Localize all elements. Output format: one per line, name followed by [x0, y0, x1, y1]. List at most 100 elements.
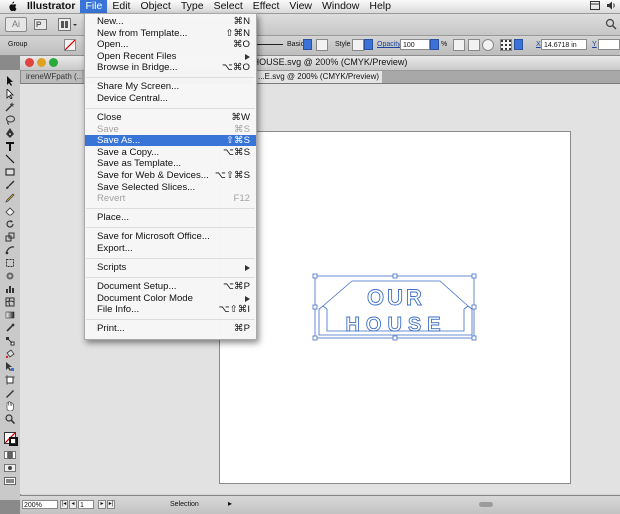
slice-tool-icon[interactable] — [3, 388, 17, 398]
menu-item-document-setup[interactable]: Document Setup... ⌥⌘P — [85, 281, 256, 292]
y-label[interactable]: Y — [592, 41, 597, 48]
menu-item-save-as[interactable]: Save As... ⇧⌘S — [85, 135, 256, 147]
pencil-tool-icon[interactable] — [3, 193, 17, 203]
menu-item-save-selected-slices[interactable]: Save Selected Slices... — [85, 182, 256, 193]
isolate-group-icon[interactable] — [468, 39, 480, 51]
pen-tool-icon[interactable] — [3, 128, 17, 138]
selection-tool-icon[interactable] — [3, 76, 17, 86]
menu-item-save-a-copy[interactable]: Save a Copy... ⌥⌘S — [85, 147, 256, 158]
workspace-icon[interactable] — [590, 0, 600, 13]
status-mode[interactable]: Selection — [170, 501, 199, 508]
style-label: Style — [335, 41, 351, 48]
menu-item-browse-in-bridge[interactable]: Browse in Bridge... ⌥⌘O — [85, 62, 256, 73]
menu-type[interactable]: Type — [176, 0, 209, 13]
menu-item-open[interactable]: Open... ⌘O — [85, 39, 256, 50]
live-paint-selection-tool-icon[interactable] — [3, 362, 17, 372]
graphic-style-swatch[interactable] — [352, 39, 364, 51]
artboard-number-field[interactable]: 1 — [78, 500, 94, 509]
next-artboard-button[interactable]: ▸ — [98, 500, 106, 509]
type-tool-icon[interactable] — [3, 141, 17, 151]
menu-item-print[interactable]: Print... ⌘P — [85, 323, 256, 334]
x-field[interactable]: 14.6718 in — [541, 39, 587, 50]
drawing-mode-icon[interactable] — [3, 463, 17, 473]
opacity-label[interactable]: Opacity — [377, 41, 401, 48]
globe-icon[interactable] — [482, 39, 494, 51]
graphic-style-dropdown[interactable] — [364, 39, 373, 50]
artwork-word-house: HOUSE — [345, 314, 446, 336]
menu-item-open-recent[interactable]: Open Recent Files — [85, 51, 256, 62]
blend-tool-icon[interactable] — [3, 336, 17, 346]
zoom-field[interactable]: 200% — [22, 500, 58, 509]
menu-item-place[interactable]: Place... — [85, 212, 256, 223]
menu-item-device-central[interactable]: Device Central... — [85, 93, 256, 104]
menu-item-document-color-mode[interactable]: Document Color Mode — [85, 293, 256, 304]
tab-document-2[interactable]: ...E.svg @ 200% (CMYK/Preview) — [252, 71, 382, 83]
menu-help[interactable]: Help — [364, 0, 396, 13]
rectangle-tool-icon[interactable] — [3, 167, 17, 177]
eraser-tool-icon[interactable] — [3, 206, 17, 216]
opacity-field[interactable]: 100 — [400, 39, 430, 50]
menu-item-new[interactable]: New... ⌘N — [85, 16, 256, 27]
artboard-tool-icon[interactable] — [3, 375, 17, 385]
symbol-sprayer-tool-icon[interactable] — [3, 271, 17, 281]
menu-item-scripts[interactable]: Scripts — [85, 262, 256, 273]
hand-tool-icon[interactable] — [3, 401, 17, 411]
stroke-profile-line[interactable] — [255, 44, 283, 45]
brush-icon[interactable] — [316, 39, 328, 51]
column-graph-tool-icon[interactable] — [3, 284, 17, 294]
menu-item-new-from-template[interactable]: New from Template... ⇧⌘N — [85, 28, 256, 39]
menu-item-share-my-screen[interactable]: Share My Screen... — [85, 81, 256, 92]
search-icon[interactable] — [605, 18, 617, 30]
live-paint-bucket-tool-icon[interactable] — [3, 349, 17, 359]
apple-icon[interactable] — [6, 0, 18, 13]
eyedropper-tool-icon[interactable] — [3, 323, 17, 333]
last-artboard-button[interactable]: ▸| — [107, 500, 115, 509]
menu-item-save-for-web[interactable]: Save for Web & Devices... ⌥⇧⌘S — [85, 170, 256, 181]
x-label[interactable]: X — [536, 41, 541, 48]
mesh-tool-icon[interactable] — [3, 297, 17, 307]
menu-window[interactable]: Window — [317, 0, 364, 13]
menu-object[interactable]: Object — [135, 0, 175, 13]
reference-point-icon[interactable] — [500, 39, 512, 51]
menu-edit[interactable]: Edit — [107, 0, 135, 13]
menu-select[interactable]: Select — [209, 0, 248, 13]
lasso-tool-icon[interactable] — [3, 115, 17, 125]
menu-item-file-info[interactable]: File Info... ⌥⇧⌘I — [85, 304, 256, 315]
direct-selection-tool-icon[interactable] — [3, 89, 17, 99]
fill-swatch[interactable] — [64, 39, 76, 51]
rotate-tool-icon[interactable] — [3, 219, 17, 229]
menu-item-save-as-template[interactable]: Save as Template... — [85, 158, 256, 169]
artwork-group[interactable]: OUR HOUSE — [300, 265, 490, 345]
first-artboard-button[interactable]: |◂ — [60, 500, 68, 509]
y-field[interactable] — [598, 39, 620, 50]
volume-icon[interactable] — [606, 1, 616, 13]
gradient-tool-icon[interactable] — [3, 310, 17, 320]
menu-effect[interactable]: Effect — [248, 0, 285, 13]
menu-illustrator[interactable]: Illustrator — [22, 0, 80, 13]
scale-tool-icon[interactable] — [3, 232, 17, 242]
opacity-dropdown[interactable] — [430, 39, 439, 50]
warp-tool-icon[interactable] — [3, 245, 17, 255]
previous-artboard-button[interactable]: ◂ — [69, 500, 77, 509]
paintbrush-tool-icon[interactable] — [3, 180, 17, 190]
stroke-color-swatch[interactable] — [9, 437, 18, 446]
magic-wand-tool-icon[interactable] — [3, 102, 17, 112]
menu-view[interactable]: View — [284, 0, 317, 13]
screen-mode-icon[interactable] — [3, 476, 17, 486]
free-transform-tool-icon[interactable] — [3, 258, 17, 268]
menu-item-save-for-microsoft-office[interactable]: Save for Microsoft Office... — [85, 231, 256, 242]
color-mode-icon[interactable] — [3, 450, 17, 460]
recolor-artwork-icon[interactable] — [453, 39, 465, 51]
reference-point-dropdown[interactable] — [514, 39, 523, 50]
tab-document-1[interactable]: ireneWFpath (... — [20, 71, 82, 83]
menu-item-export[interactable]: Export... — [85, 243, 256, 254]
horizontal-scroll-thumb[interactable] — [479, 502, 493, 507]
zoom-tool-icon[interactable] — [3, 414, 17, 424]
menu-file[interactable]: File — [80, 0, 108, 13]
stroke-style-dropdown[interactable] — [303, 39, 312, 50]
menu-item-close[interactable]: Close ⌘W — [85, 112, 256, 123]
line-tool-icon[interactable] — [3, 154, 17, 164]
bridge-icon[interactable] — [34, 19, 47, 30]
arrange-documents-icon[interactable] — [58, 18, 78, 31]
status-menu-arrow-icon[interactable]: ▸ — [228, 499, 232, 508]
